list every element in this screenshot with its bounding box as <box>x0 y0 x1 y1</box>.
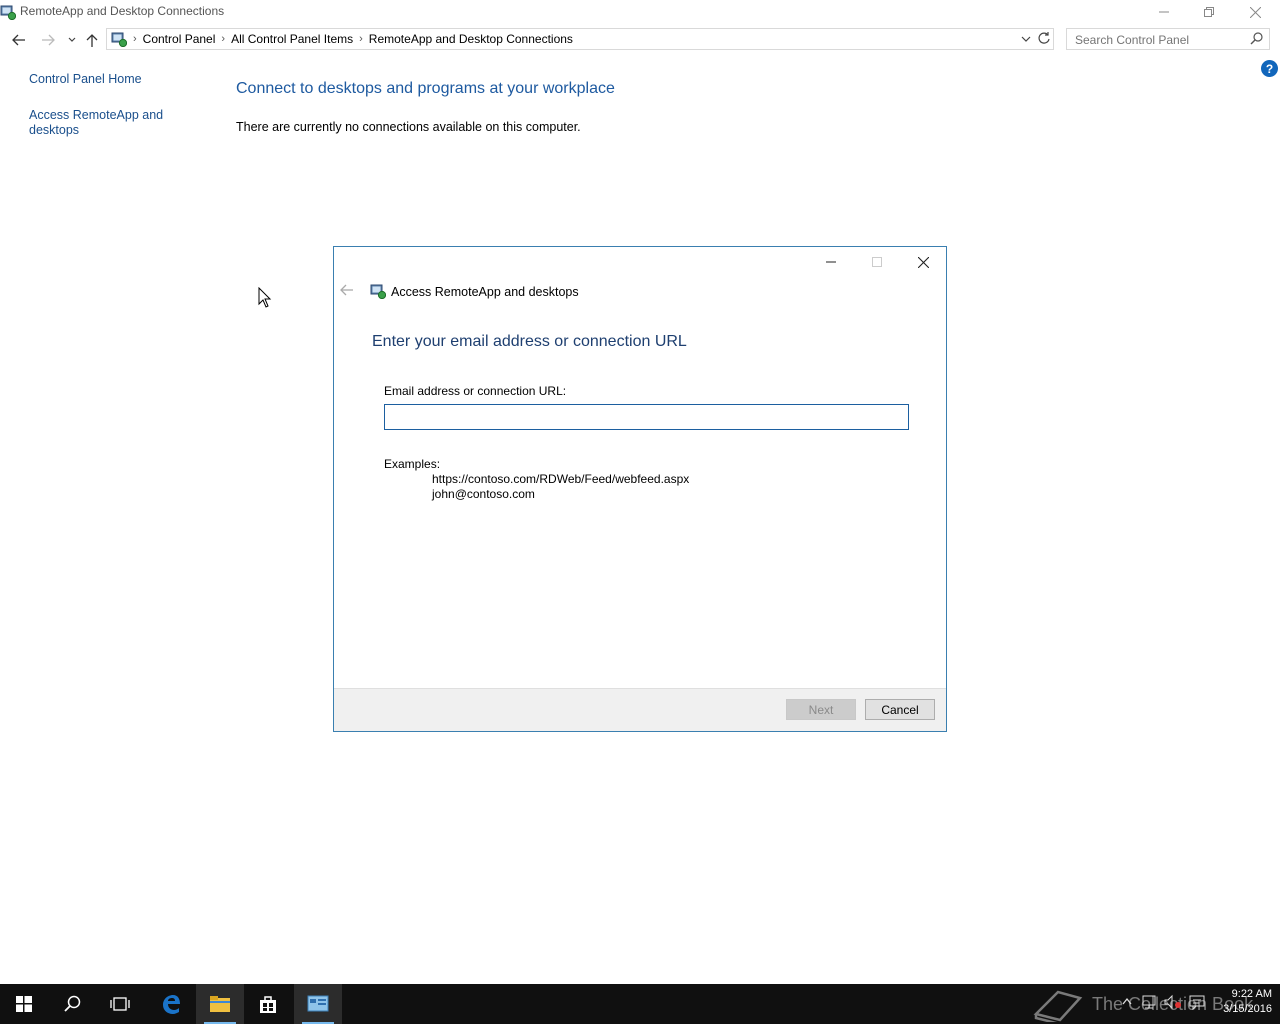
task-view-button[interactable] <box>96 984 144 1024</box>
sidebar-item-access-remoteapp[interactable]: Access RemoteApp and desktops <box>29 108 169 138</box>
search-box[interactable] <box>1066 28 1270 50</box>
close-button[interactable] <box>1232 0 1278 24</box>
minimize-icon <box>826 261 836 263</box>
window-titlebar: RemoteApp and Desktop Connections <box>0 0 1280 24</box>
forward-button[interactable] <box>36 26 60 54</box>
book-logo-icon <box>1033 990 1083 1022</box>
windows-logo-icon <box>16 996 32 1012</box>
dialog-title: Access RemoteApp and desktops <box>391 285 579 299</box>
help-icon[interactable]: ? <box>1261 60 1278 77</box>
chevron-right-icon: › <box>133 33 137 45</box>
store-bag-icon <box>260 996 276 1013</box>
cancel-button[interactable]: Cancel <box>865 699 935 720</box>
file-explorer-button[interactable] <box>196 984 244 1024</box>
system-clock[interactable]: 9:22 AM 3/15/2016 <box>1206 987 1272 1017</box>
volume-muted-icon <box>1164 994 1181 1010</box>
dialog-back-arrow-icon[interactable] <box>340 283 354 297</box>
dialog-minimize-button[interactable] <box>808 249 854 275</box>
network-icon <box>1142 995 1156 1009</box>
notification-icon <box>1189 995 1205 1011</box>
search-input[interactable] <box>1073 30 1247 50</box>
back-button[interactable] <box>7 26 31 54</box>
edge-browser-button[interactable] <box>147 984 195 1024</box>
example-url: https://contoso.com/RDWeb/Feed/webfeed.a… <box>432 472 690 486</box>
network-tray-button[interactable] <box>1142 994 1158 1013</box>
search-icon <box>64 995 81 1012</box>
mouse-cursor-icon <box>258 287 272 308</box>
breadcrumb-control-panel[interactable]: Control Panel <box>143 32 216 46</box>
chevron-up-icon <box>1122 997 1132 1005</box>
restore-icon <box>1204 7 1214 17</box>
address-bar[interactable]: › Control Panel › All Control Panel Item… <box>106 28 1054 50</box>
forward-arrow-icon <box>42 34 55 46</box>
control-panel-icon <box>307 995 329 1012</box>
url-field-label: Email address or connection URL: <box>384 384 567 398</box>
back-arrow-icon <box>12 34 25 46</box>
maximize-icon <box>872 257 882 267</box>
navigation-bar: › Control Panel › All Control Panel Item… <box>0 26 1280 54</box>
clock-time: 9:22 AM <box>1231 988 1272 1000</box>
status-text: There are currently no connections avail… <box>236 120 581 134</box>
store-button[interactable] <box>244 984 292 1024</box>
breadcrumb-remoteapp[interactable]: RemoteApp and Desktop Connections <box>369 32 573 46</box>
up-arrow-icon <box>86 34 98 47</box>
dialog-footer: Next Cancel <box>334 688 946 731</box>
email-or-url-input[interactable] <box>384 404 909 430</box>
refresh-button[interactable] <box>1037 31 1051 48</box>
restore-button[interactable] <box>1186 0 1232 24</box>
search-taskbar-button[interactable] <box>48 984 96 1024</box>
remoteapp-icon <box>370 284 386 299</box>
dialog-close-button[interactable] <box>900 249 946 275</box>
refresh-icon <box>1038 32 1050 44</box>
next-button[interactable]: Next <box>786 699 856 720</box>
remoteapp-icon <box>0 5 16 20</box>
dialog-maximize-button[interactable] <box>854 249 900 275</box>
edge-icon <box>163 995 180 1014</box>
minimize-icon <box>1159 11 1169 13</box>
example-email: john@contoso.com <box>432 487 535 501</box>
task-view-icon <box>110 997 130 1011</box>
examples-label: Examples: <box>384 457 441 471</box>
dialog-heading: Enter your email address or connection U… <box>372 333 687 350</box>
access-remoteapp-dialog: Access RemoteApp and desktops Enter your… <box>333 246 947 732</box>
chevron-right-icon[interactable]: › <box>221 33 225 45</box>
folder-icon <box>210 996 230 1012</box>
show-hidden-icons-button[interactable] <box>1122 994 1132 1008</box>
clock-date: 3/15/2016 <box>1223 1003 1272 1015</box>
minimize-button[interactable] <box>1141 0 1187 24</box>
address-dropdown-button[interactable] <box>1021 32 1031 46</box>
volume-tray-button[interactable] <box>1164 994 1182 1013</box>
chevron-down-icon <box>1021 36 1031 42</box>
sidebar: Control Panel Home Access RemoteApp and … <box>29 72 189 138</box>
close-icon <box>917 256 929 268</box>
start-button[interactable] <box>0 984 48 1024</box>
breadcrumb-all-items[interactable]: All Control Panel Items <box>231 32 353 46</box>
chevron-down-icon <box>68 37 76 42</box>
control-panel-icon <box>111 32 127 47</box>
taskbar: The Collection Book 9:22 AM 3/15/2016 <box>0 984 1280 1024</box>
search-icon[interactable] <box>1250 32 1263 45</box>
chevron-right-icon[interactable]: › <box>359 33 363 45</box>
up-button[interactable] <box>80 26 104 54</box>
action-center-button[interactable] <box>1189 994 1205 1013</box>
close-icon <box>1249 6 1261 18</box>
page-title: Connect to desktops and programs at your… <box>236 80 615 97</box>
control-panel-taskbar-button[interactable] <box>294 984 342 1024</box>
window-title: RemoteApp and Desktop Connections <box>20 4 225 18</box>
sidebar-item-control-panel-home[interactable]: Control Panel Home <box>29 72 189 87</box>
